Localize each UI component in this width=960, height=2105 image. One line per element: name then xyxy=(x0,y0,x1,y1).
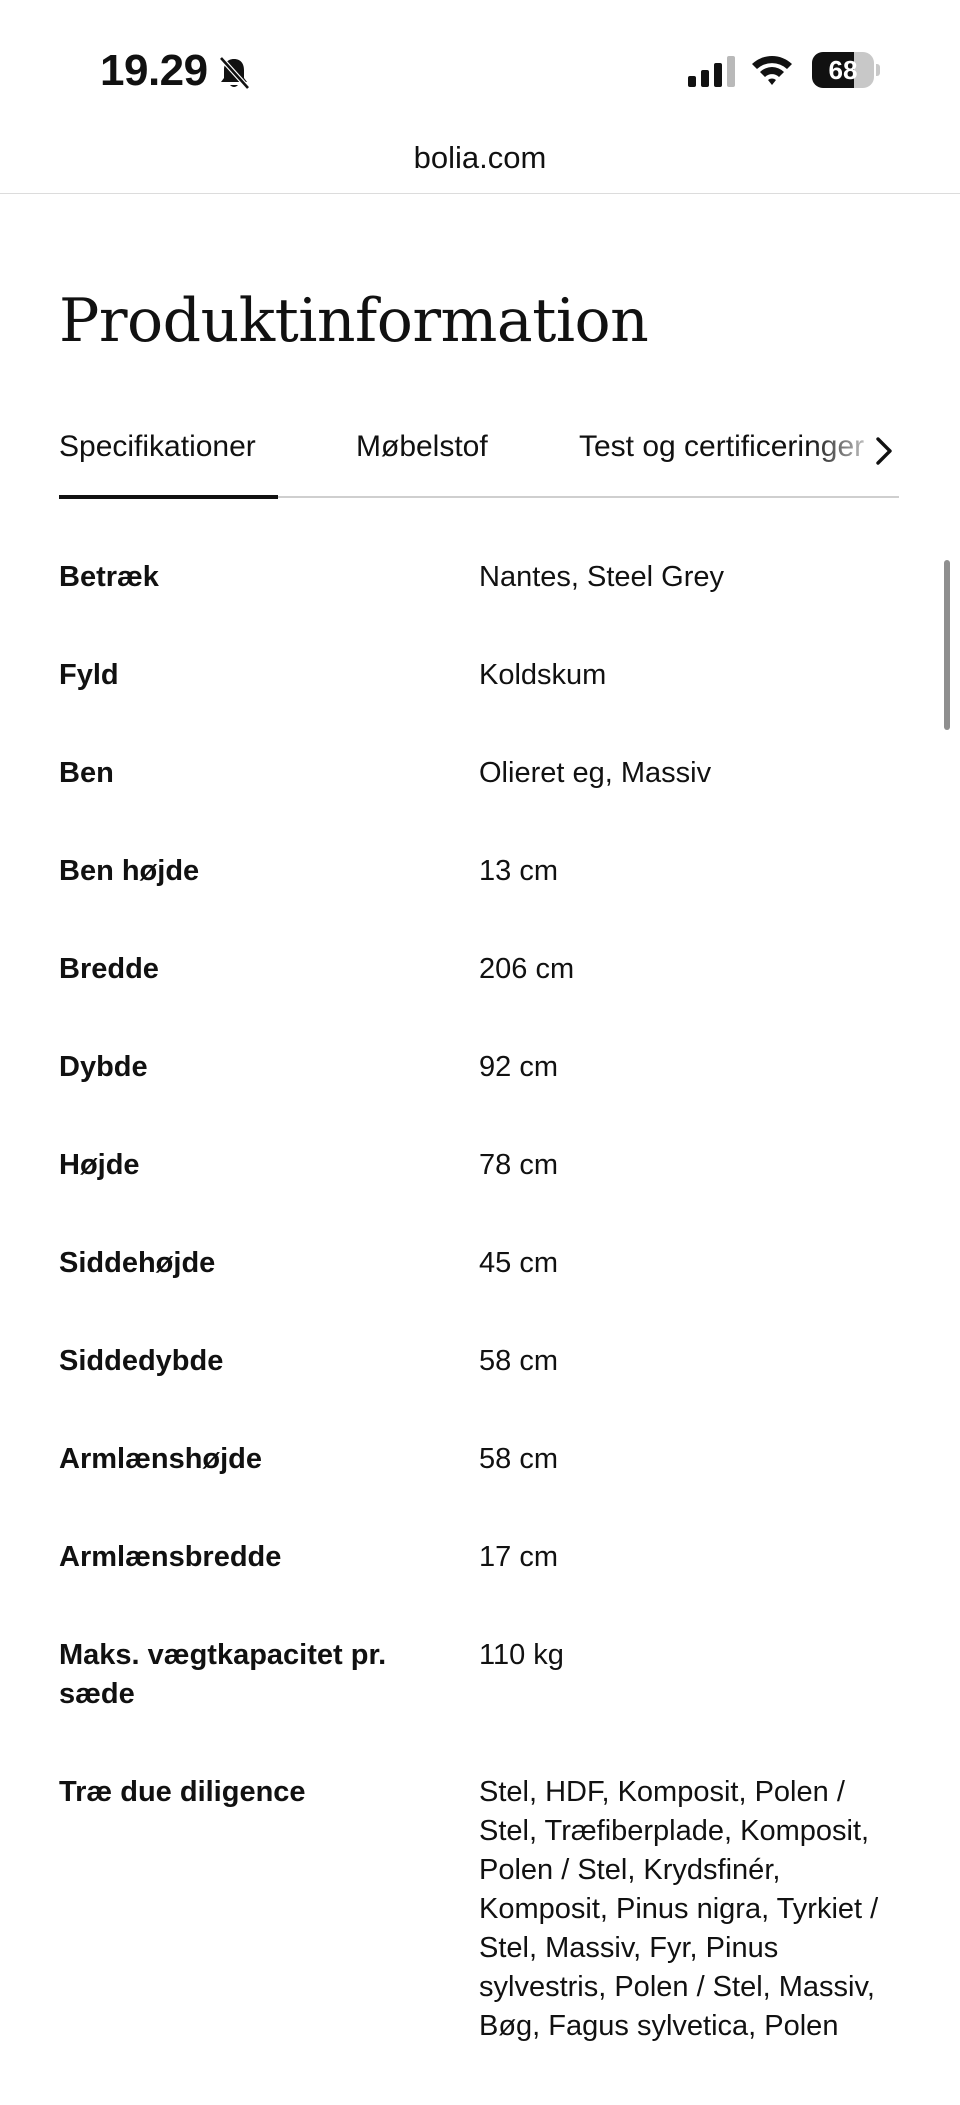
tab-bar: Specifikationer Møbelstof Test og certif… xyxy=(59,420,899,500)
spec-value: Stel, HDF, Komposit, Polen / Stel, Træfi… xyxy=(479,1776,879,2042)
spec-label: Fyld xyxy=(59,659,119,691)
tab-moebelstof[interactable]: Møbelstof xyxy=(356,430,488,464)
spec-label: Bredde xyxy=(59,953,159,985)
spec-label: Armlænshøjde xyxy=(59,1443,263,1475)
spec-row: Træ due diligence Stel, HDF, Komposit, P… xyxy=(59,1745,899,2105)
battery-indicator: 68 xyxy=(812,52,880,88)
battery-level: 68 xyxy=(828,55,858,85)
scrollbar[interactable] xyxy=(944,560,950,730)
wifi-icon xyxy=(752,56,792,85)
spec-row: Siddedybde 58 cm xyxy=(59,1314,899,1412)
spec-row: Betræk Nantes, Steel Grey xyxy=(59,530,899,628)
spec-label: Siddedybde xyxy=(59,1345,224,1377)
spec-value: 110 kg xyxy=(479,1639,564,1671)
spec-label: Siddehøjde xyxy=(59,1247,216,1279)
spec-row: Ben højde 13 cm xyxy=(59,824,899,922)
chevron-right-icon[interactable] xyxy=(869,436,899,466)
active-tab-indicator xyxy=(59,495,278,499)
url-text[interactable]: bolia.com xyxy=(0,140,960,176)
page-title: Produktinformation xyxy=(59,286,649,356)
spec-row: Maks. vægtkapacitet pr. sæde 110 kg xyxy=(59,1608,899,1745)
status-bar: 19.29 68 xyxy=(0,0,960,130)
spec-value: Nantes, Steel Grey xyxy=(479,561,724,593)
spec-value: 45 cm xyxy=(479,1247,558,1279)
spec-row: Armlænsbredde 17 cm xyxy=(59,1510,899,1608)
spec-row: Højde 78 cm xyxy=(59,1118,899,1216)
spec-label: Armlænsbredde xyxy=(59,1541,282,1573)
spec-label: Ben xyxy=(59,757,114,789)
cellular-signal-icon xyxy=(688,56,735,87)
spec-label: Maks. vægtkapacitet pr. sæde xyxy=(59,1639,387,1710)
spec-table: Betræk Nantes, Steel Grey Fyld Koldskum … xyxy=(59,530,899,2105)
tab-specifikationer[interactable]: Specifikationer xyxy=(59,430,256,464)
battery-cap xyxy=(876,64,880,76)
spec-label: Træ due diligence xyxy=(59,1776,306,1808)
url-bar[interactable]: bolia.com xyxy=(0,130,960,194)
spec-value: Koldskum xyxy=(479,659,607,691)
spec-value: 92 cm xyxy=(479,1051,558,1083)
spec-value: 58 cm xyxy=(479,1345,558,1377)
spec-row: Ben Olieret eg, Massiv xyxy=(59,726,899,824)
status-time: 19.29 xyxy=(100,46,208,95)
spec-label: Betræk xyxy=(59,561,159,593)
spec-row: Fyld Koldskum xyxy=(59,628,899,726)
spec-value: 206 cm xyxy=(479,953,575,985)
bell-muted-icon xyxy=(219,56,250,90)
spec-value: Olieret eg, Massiv xyxy=(479,757,712,789)
spec-label: Højde xyxy=(59,1149,140,1181)
spec-label: Ben højde xyxy=(59,855,200,887)
spec-value: 78 cm xyxy=(479,1149,558,1181)
spec-row: Dybde 92 cm xyxy=(59,1020,899,1118)
spec-row: Bredde 206 cm xyxy=(59,922,899,1020)
spec-value: 17 cm xyxy=(479,1541,558,1573)
spec-row: Armlænshøjde 58 cm xyxy=(59,1412,899,1510)
battery-body: 68 xyxy=(812,52,874,88)
spec-row: Siddehøjde 45 cm xyxy=(59,1216,899,1314)
spec-value: 13 cm xyxy=(479,855,558,887)
spec-label: Dybde xyxy=(59,1051,148,1083)
spec-value: 58 cm xyxy=(479,1443,558,1475)
